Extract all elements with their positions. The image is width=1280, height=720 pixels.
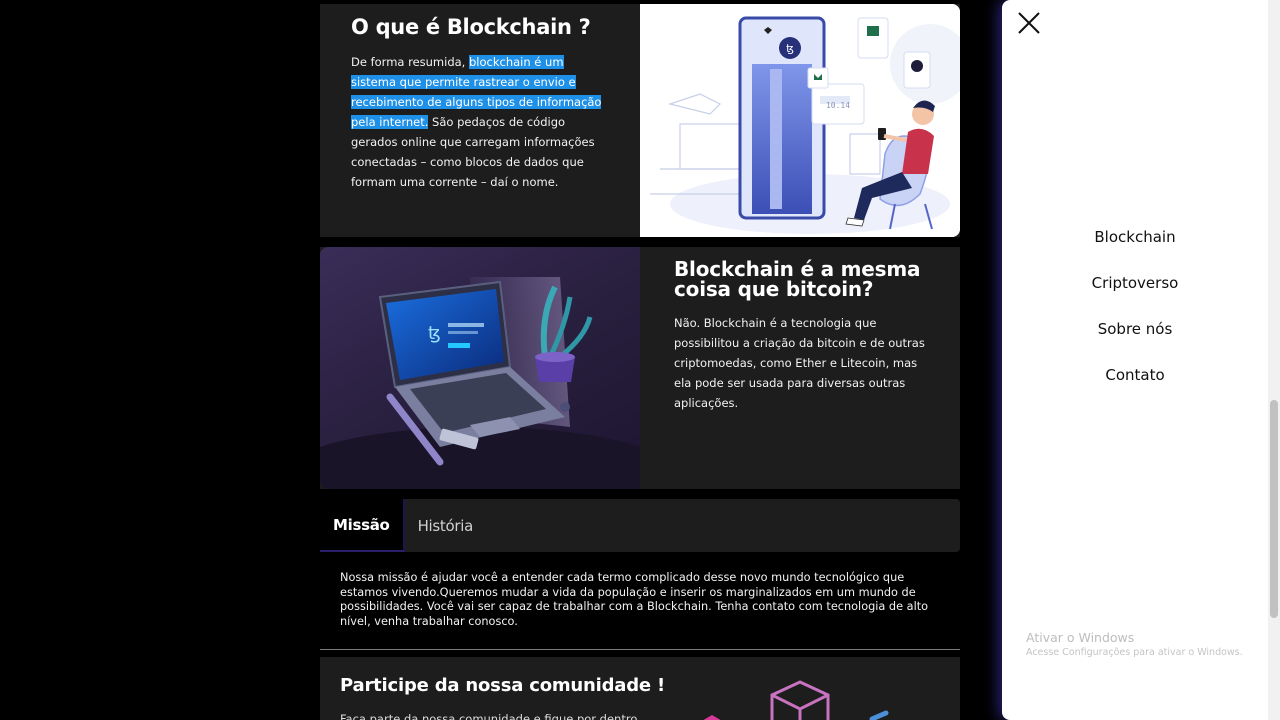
- illustration-counter-text: 10.14: [826, 101, 850, 110]
- about-tabs: Missão História: [320, 499, 960, 552]
- what-is-blockchain-body: De forma resumida, blockchain é um siste…: [351, 52, 610, 192]
- menu-item-criptoverso[interactable]: Criptoverso: [1002, 274, 1268, 292]
- menu-item-contato[interactable]: Contato: [1002, 366, 1268, 384]
- close-menu-button[interactable]: [1016, 10, 1042, 36]
- what-is-blockchain-section: O que é Blockchain ? De forma resumida, …: [320, 4, 960, 237]
- windows-activation-title: Ativar o Windows: [1026, 630, 1135, 645]
- mission-text: Nossa missão é ajudar você a entender ca…: [320, 552, 960, 650]
- blockchain-vs-bitcoin-section: ꜩ Blockchain é a mesma coisa que bitcoin…: [320, 247, 960, 489]
- community-title: Participe da nossa comunidade !: [340, 675, 666, 696]
- laptop-illustration: ꜩ: [320, 247, 640, 489]
- tab-historia[interactable]: História: [405, 499, 486, 552]
- body-prefix: De forma resumida,: [351, 55, 469, 69]
- scrollbar-thumb[interactable]: [1270, 400, 1278, 618]
- menu-item-blockchain[interactable]: Blockchain: [1002, 228, 1268, 246]
- blockchain-vs-bitcoin-title: Blockchain é a mesma coisa que bitcoin?: [674, 257, 921, 301]
- community-body: Faça parte da nossa comunidade e fique p…: [340, 712, 638, 720]
- blockchain-vs-bitcoin-text: Blockchain é a mesma coisa que bitcoin? …: [640, 247, 960, 489]
- cube-illustration: [703, 680, 889, 720]
- tab-missao[interactable]: Missão: [320, 499, 405, 552]
- close-icon: [1018, 12, 1040, 34]
- side-menu: Blockchain Criptoverso Sobre nós Contato…: [1002, 0, 1268, 720]
- windows-activation-subtitle: Acesse Configurações para ativar o Windo…: [1026, 647, 1243, 658]
- page-scrollbar[interactable]: [1268, 0, 1280, 720]
- svg-text:ꜩ: ꜩ: [428, 323, 441, 344]
- what-is-blockchain-title: O que é Blockchain ?: [351, 15, 591, 39]
- svg-text:ꜩ: ꜩ: [786, 42, 794, 55]
- what-is-blockchain-text: O que é Blockchain ? De forma resumida, …: [320, 4, 640, 237]
- menu-item-sobre-nos[interactable]: Sobre nós: [1002, 320, 1268, 338]
- blockchain-vs-bitcoin-body: Não. Blockchain é a tecnologia que possi…: [674, 316, 925, 410]
- blockchain-illustration: ꜩ 10.14: [640, 4, 960, 237]
- community-section: Participe da nossa comunidade ! Faça par…: [320, 657, 960, 720]
